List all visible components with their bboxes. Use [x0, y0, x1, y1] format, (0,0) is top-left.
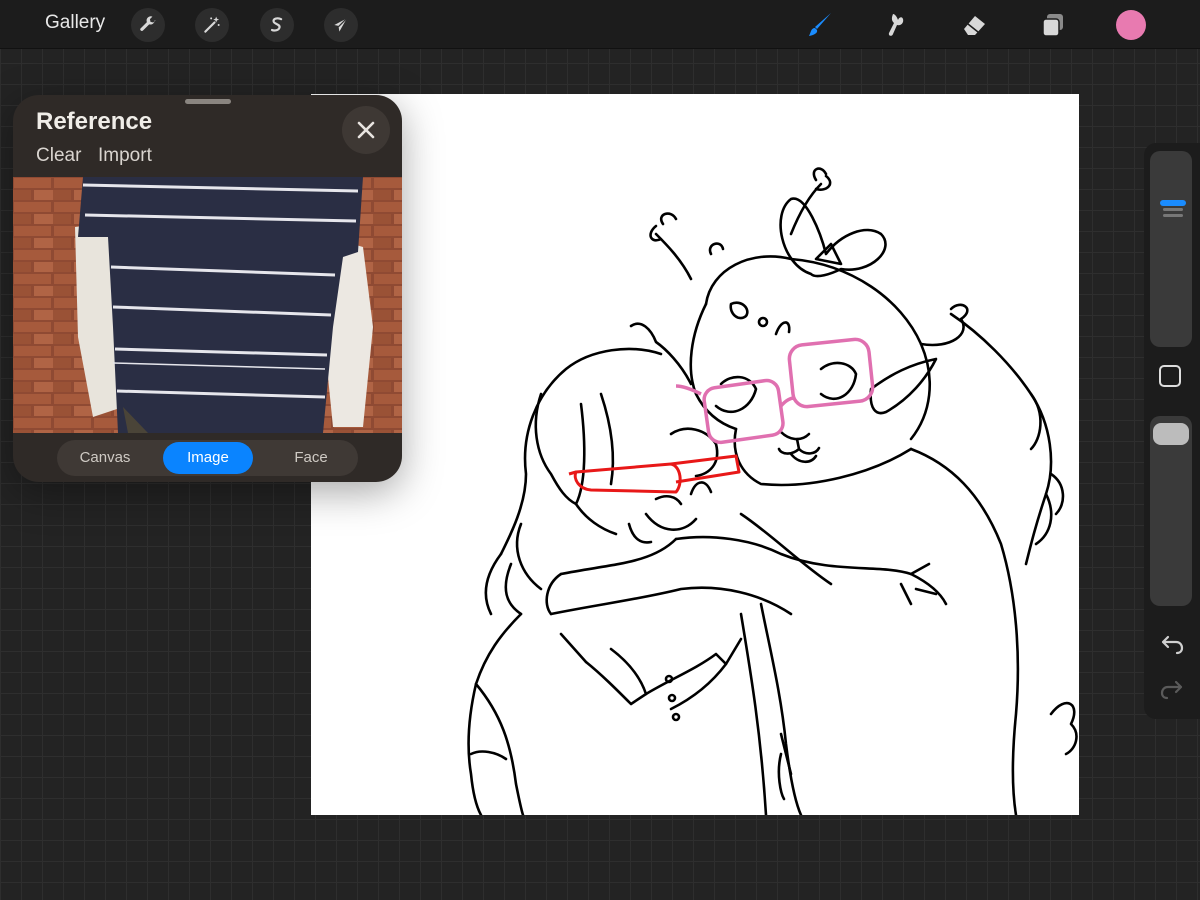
wrench-icon [140, 16, 156, 31]
reference-title: Reference [36, 108, 153, 135]
reference-image[interactable] [13, 177, 402, 433]
smudge-tool-button[interactable] [880, 8, 914, 42]
undo-icon[interactable] [1159, 633, 1185, 655]
eraser-tool-button[interactable] [957, 8, 991, 42]
tab-face[interactable]: Face [265, 442, 357, 474]
modify-button[interactable] [1159, 365, 1181, 387]
reference-panel: Reference Clear Import Canvas Image Face [13, 95, 402, 482]
brush-size-slider[interactable] [1150, 151, 1192, 347]
brush-icon [809, 13, 831, 36]
reference-mode-selector: Canvas Image Face [57, 440, 358, 476]
brush-tool-button[interactable] [803, 8, 837, 42]
reference-photo-shirt [13, 177, 402, 433]
panel-grabber[interactable] [185, 99, 231, 104]
selection-button[interactable] [260, 8, 294, 42]
close-reference-button[interactable] [342, 106, 390, 154]
color-picker-button[interactable] [1116, 10, 1146, 40]
close-icon [357, 121, 375, 139]
transform-button[interactable] [324, 8, 358, 42]
adjustments-button[interactable] [195, 8, 229, 42]
smudge-icon [888, 14, 904, 36]
actions-button[interactable] [131, 8, 165, 42]
opacity-thumb[interactable] [1153, 423, 1189, 446]
arrow-cursor-icon [334, 17, 348, 32]
gallery-button[interactable]: Gallery [45, 12, 105, 34]
right-sidebar [1144, 143, 1200, 719]
brush-size-thumb[interactable] [1153, 195, 1189, 222]
opacity-slider[interactable] [1150, 416, 1192, 606]
magic-wand-icon [204, 16, 220, 33]
clear-button[interactable]: Clear [36, 145, 81, 167]
selection-s-icon [270, 17, 283, 32]
tab-canvas[interactable]: Canvas [59, 442, 151, 474]
line-art-drawing [467, 167, 1078, 815]
tab-image[interactable]: Image [163, 442, 253, 474]
drawing-canvas[interactable] [311, 94, 1079, 815]
layers-icon [1042, 14, 1063, 37]
top-toolbar: Gallery [0, 0, 1200, 49]
import-button[interactable]: Import [98, 145, 152, 167]
redo-icon[interactable] [1159, 678, 1185, 700]
eraser-icon [964, 16, 985, 35]
layers-button[interactable] [1036, 8, 1070, 42]
